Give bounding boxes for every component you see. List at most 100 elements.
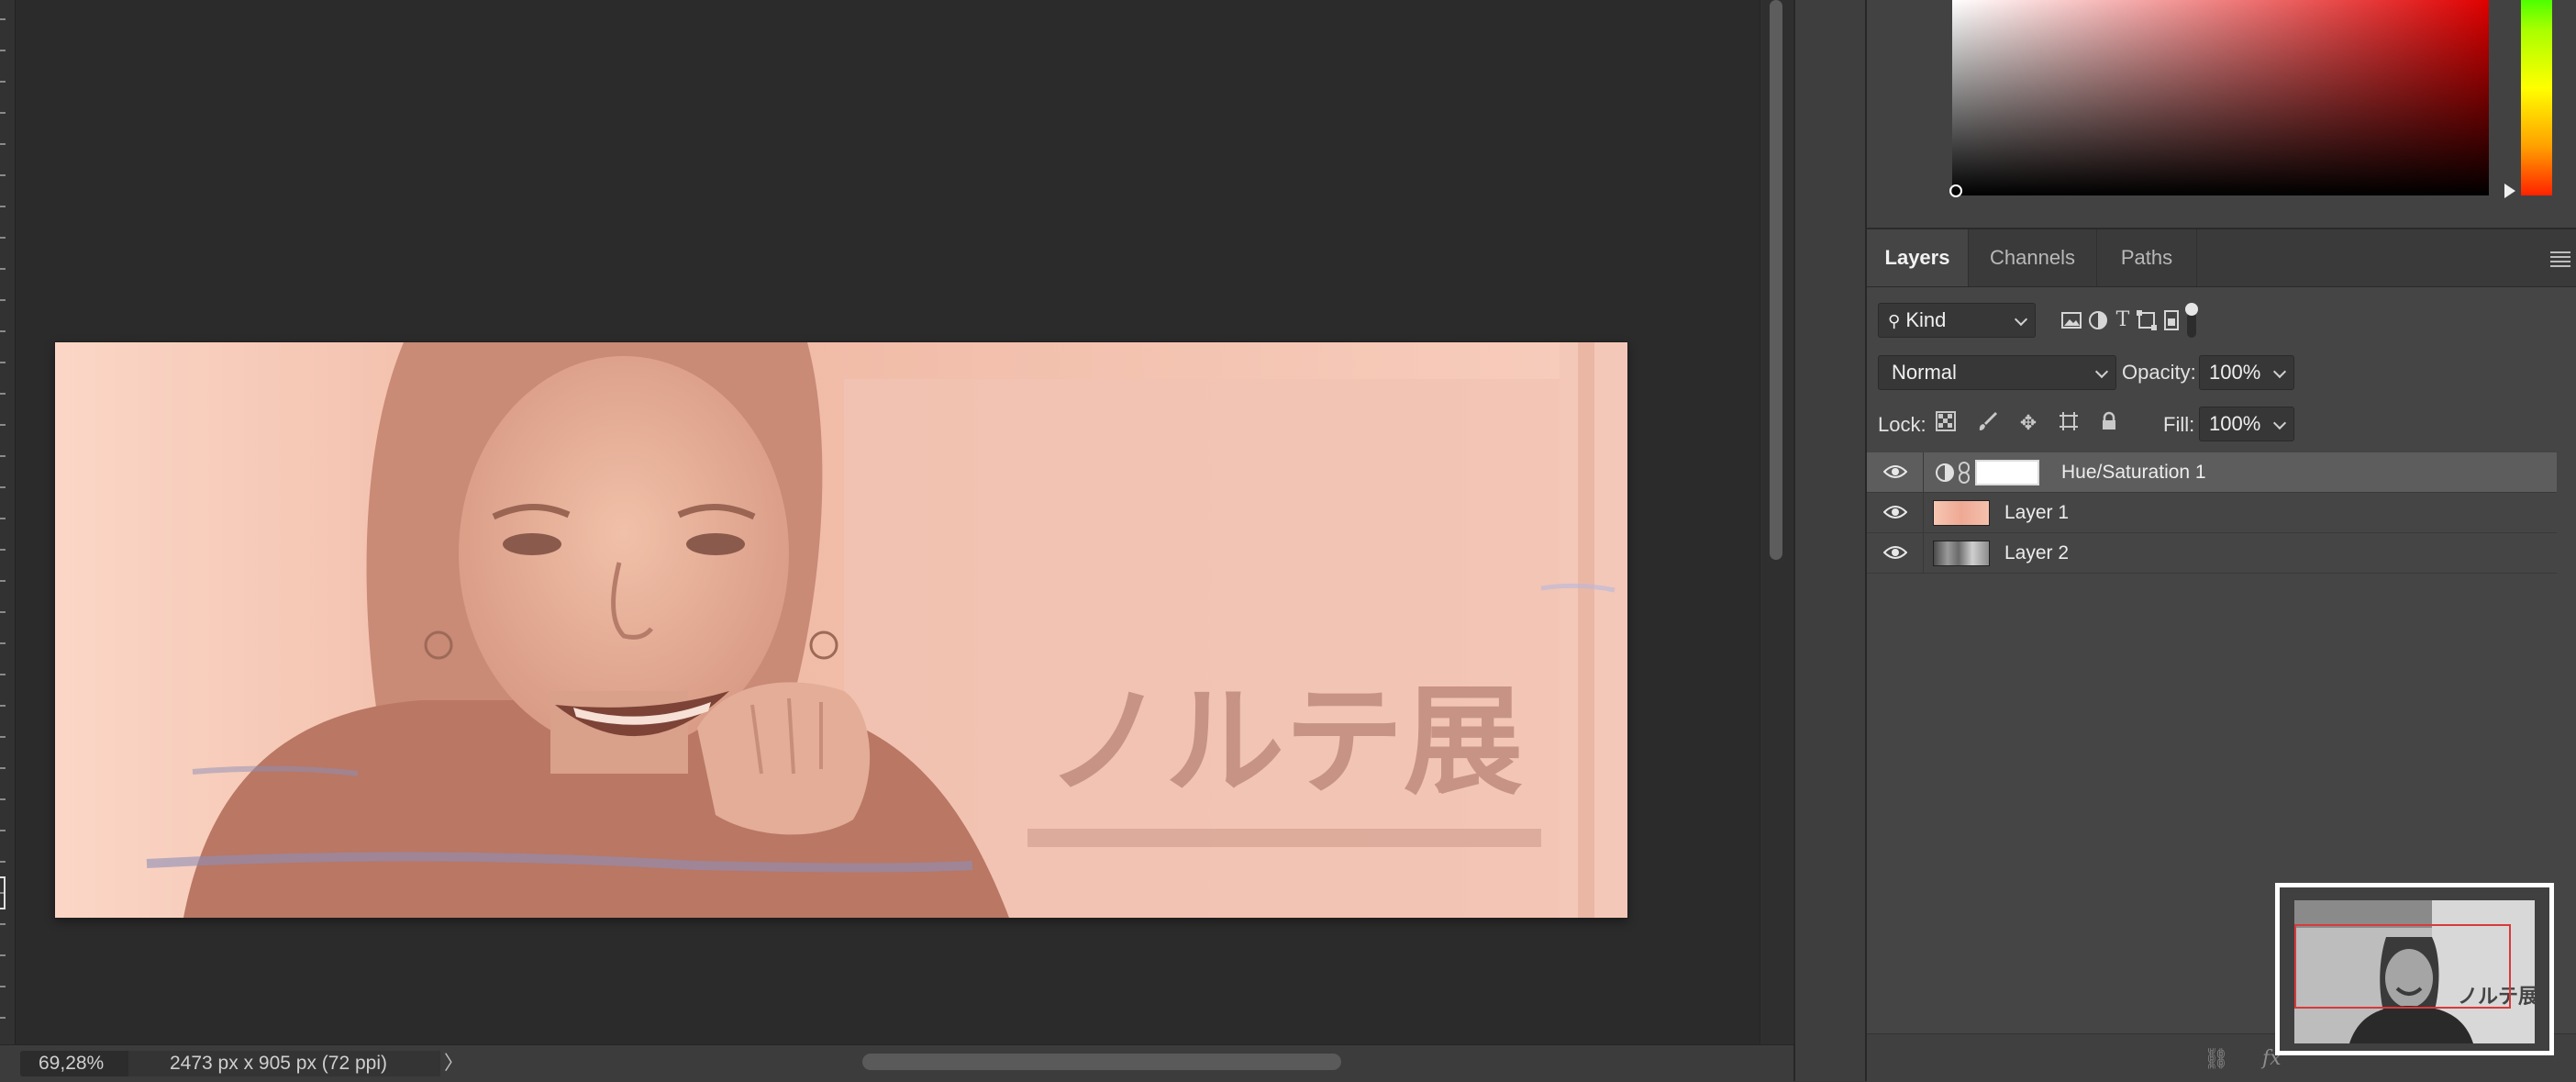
layer-row-hue-saturation[interactable]: Hue/Saturation 1 bbox=[1867, 452, 2557, 493]
horizontal-scroll-thumb[interactable] bbox=[862, 1054, 1341, 1070]
ruler-tick bbox=[0, 986, 6, 987]
ruler-tick bbox=[0, 954, 6, 956]
ruler-tick bbox=[0, 362, 6, 363]
fill-label: Fill: bbox=[2163, 413, 2195, 436]
layer-name[interactable]: Hue/Saturation 1 bbox=[2061, 452, 2206, 493]
status-menu-arrow[interactable]: 〉 bbox=[444, 1051, 463, 1076]
ruler-tick bbox=[0, 18, 6, 20]
ruler-tick bbox=[0, 518, 6, 519]
navigator-view-box[interactable] bbox=[2294, 924, 2511, 1009]
layer-kind-filter[interactable]: ⚲ Kind bbox=[1878, 303, 2036, 338]
opacity-field[interactable]: 100% bbox=[2199, 355, 2294, 390]
canvas-workspace[interactable]: ノルテ展 69,28% 2473 px x 905 px (72 ppi) 〉 bbox=[0, 0, 1794, 1082]
visibility-toggle[interactable] bbox=[1867, 493, 1924, 533]
opacity-label: Opacity: bbox=[2122, 361, 2196, 384]
layer-row-layer-2[interactable]: Layer 2 bbox=[1867, 533, 2557, 574]
vertical-scrollbar[interactable] bbox=[1760, 0, 1794, 1046]
kind-filter-label: Kind bbox=[1905, 308, 1947, 331]
ruler-tick bbox=[0, 455, 6, 457]
vertical-scroll-thumb[interactable] bbox=[1770, 0, 1782, 560]
link-layers-icon[interactable]: ⛓ bbox=[2204, 1047, 2229, 1071]
chevron-down-icon[interactable] bbox=[2272, 416, 2287, 430]
ruler-tick bbox=[0, 81, 6, 83]
lock-position-icon[interactable]: ✥ bbox=[2015, 410, 2041, 436]
panel-dock-strip bbox=[1793, 0, 1867, 1081]
blend-mode-select[interactable]: Normal bbox=[1878, 355, 2116, 390]
lock-all-icon[interactable] bbox=[2096, 410, 2122, 436]
ruler-tick bbox=[0, 611, 6, 613]
ruler-tick bbox=[0, 112, 6, 114]
layer-thumbnail[interactable] bbox=[1933, 500, 1990, 526]
adjustment-filter-icon[interactable] bbox=[2086, 308, 2110, 332]
smart-object-filter-icon[interactable] bbox=[2160, 308, 2183, 332]
ruler-tick bbox=[0, 143, 6, 145]
hue-slider[interactable] bbox=[2521, 0, 2552, 195]
lock-transparent-pixels-icon[interactable] bbox=[1933, 410, 1959, 436]
chevron-down-icon bbox=[2014, 312, 2028, 327]
ruler-tick bbox=[0, 486, 6, 488]
opacity-value: 100% bbox=[2209, 361, 2261, 384]
ruler-tick bbox=[0, 736, 6, 738]
lock-label: Lock: bbox=[1878, 413, 1926, 436]
document-info[interactable]: 2473 px x 905 px (72 ppi) bbox=[128, 1051, 440, 1076]
ruler-tick bbox=[0, 861, 6, 863]
right-panel-dock: Layers Channels Paths ⚲ Kind T Normal Op… bbox=[1867, 0, 2576, 1082]
status-bar: 69,28% 2473 px x 905 px (72 ppi) 〉 bbox=[0, 1044, 1793, 1082]
ruler-tick bbox=[0, 424, 6, 426]
chevron-down-icon[interactable] bbox=[2272, 364, 2287, 379]
ruler-tick bbox=[0, 705, 6, 707]
adjustment-layer-icon bbox=[1936, 463, 1954, 482]
eye-icon bbox=[1883, 465, 1907, 478]
eye-icon bbox=[1883, 546, 1907, 559]
ruler-position-marker bbox=[0, 876, 6, 909]
type-filter-icon[interactable]: T bbox=[2111, 308, 2135, 332]
hue-slider-arrow-icon[interactable] bbox=[2504, 184, 2515, 198]
filter-toggle-switch[interactable] bbox=[2185, 303, 2198, 338]
document-canvas[interactable]: ノルテ展 bbox=[55, 342, 1627, 918]
visibility-toggle[interactable] bbox=[1867, 452, 1924, 493]
layer-thumbnail[interactable] bbox=[1933, 541, 1990, 566]
tab-channels[interactable]: Channels bbox=[1968, 229, 2096, 286]
ruler-tick bbox=[0, 299, 6, 301]
ruler-tick bbox=[0, 767, 6, 769]
layer-mask-thumbnail[interactable] bbox=[1975, 460, 2039, 485]
poster-text: ノルテ展 bbox=[1046, 672, 1523, 811]
tab-paths[interactable]: Paths bbox=[2096, 229, 2197, 286]
ruler-tick bbox=[0, 50, 6, 51]
layer-name[interactable]: Layer 2 bbox=[2004, 533, 2069, 574]
layer-row-layer-1[interactable]: Layer 1 bbox=[1867, 493, 2557, 533]
fill-value: 100% bbox=[2209, 412, 2261, 435]
ruler-tick bbox=[0, 798, 6, 800]
ruler-tick bbox=[0, 237, 6, 239]
ruler-tick bbox=[0, 674, 6, 675]
navigator-preview[interactable]: ノルテ展 bbox=[2275, 883, 2554, 1055]
color-picker-cursor[interactable] bbox=[1949, 184, 1962, 197]
ruler-tick bbox=[0, 330, 6, 332]
tab-layers[interactable]: Layers bbox=[1867, 229, 1968, 286]
eye-icon bbox=[1883, 506, 1907, 519]
saturation-brightness-field[interactable] bbox=[1952, 0, 2489, 195]
ruler-tick bbox=[0, 830, 6, 831]
lock-artboard-icon[interactable] bbox=[2056, 410, 2082, 436]
ruler-tick bbox=[0, 268, 6, 270]
panel-tab-bar: Layers Channels Paths bbox=[1867, 229, 2576, 287]
panel-menu-icon[interactable] bbox=[2550, 251, 2570, 267]
lock-image-pixels-icon[interactable] bbox=[1975, 410, 2001, 436]
link-icon[interactable] bbox=[1957, 461, 1971, 485]
ruler-tick bbox=[0, 174, 6, 176]
layer-name[interactable]: Layer 1 bbox=[2004, 493, 2069, 533]
ruler-tick bbox=[0, 642, 6, 644]
ruler-tick bbox=[0, 393, 6, 395]
color-picker-panel bbox=[1867, 0, 2576, 229]
ruler-tick bbox=[0, 1017, 6, 1019]
search-icon: ⚲ bbox=[1888, 312, 1901, 330]
ruler-tick bbox=[0, 580, 6, 582]
image-filter-icon[interactable] bbox=[2060, 308, 2083, 332]
visibility-toggle[interactable] bbox=[1867, 533, 1924, 574]
vertical-ruler[interactable] bbox=[0, 0, 16, 1046]
ruler-tick bbox=[0, 549, 6, 551]
canvas-image: ノルテ展 bbox=[55, 342, 1627, 918]
ruler-tick bbox=[0, 206, 6, 207]
fill-field[interactable]: 100% bbox=[2199, 407, 2294, 441]
shape-filter-icon[interactable] bbox=[2135, 308, 2159, 332]
